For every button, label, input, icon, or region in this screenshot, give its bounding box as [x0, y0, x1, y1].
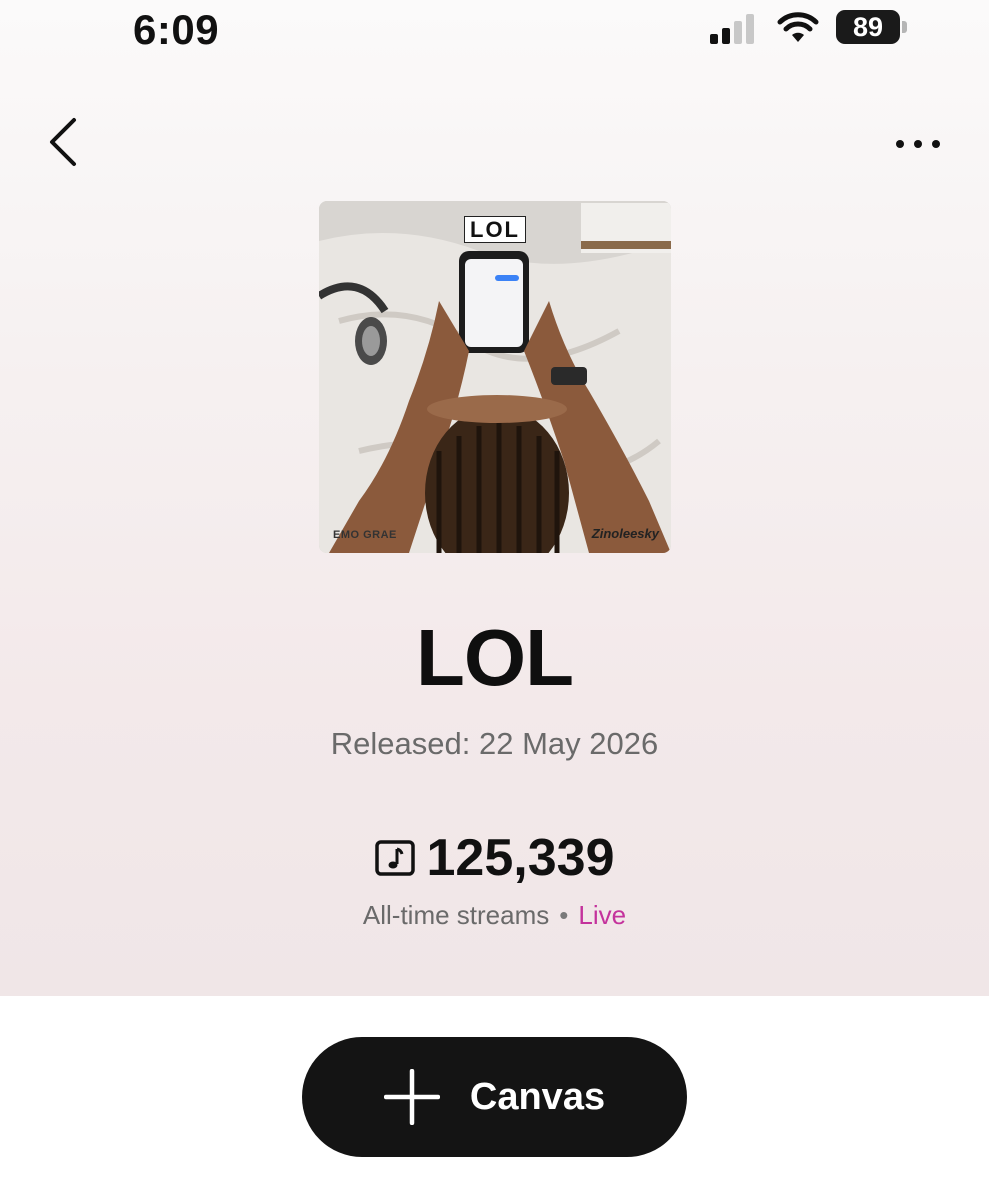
streams-counter: 125,339 — [0, 828, 989, 888]
live-label: Live — [578, 900, 627, 930]
artwork-illustration — [319, 201, 671, 553]
cellular-signal-icon — [710, 14, 754, 44]
release-date: Released: 22 May 2026 — [330, 726, 659, 761]
more-horizontal-icon[interactable] — [888, 126, 948, 162]
album-artwork: LOL EMO GRAE Zinoleesky — [319, 201, 671, 553]
artwork-left-tag: EMO GRAE — [333, 529, 397, 541]
battery-level: 89 — [836, 10, 900, 44]
streams-count: 125,339 — [426, 829, 615, 887]
add-canvas-button[interactable]: Canvas — [302, 1037, 687, 1157]
song-title: LOL — [416, 613, 574, 702]
artwork-right-tag: Zinoleesky — [591, 526, 659, 541]
wifi-icon — [777, 12, 819, 42]
artwork-title: LOL — [319, 216, 671, 243]
chevron-left-icon[interactable] — [40, 112, 88, 172]
separator-dot: • — [559, 900, 569, 930]
streams-label: All-time streams — [362, 900, 550, 930]
music-note-icon — [374, 840, 415, 876]
battery-icon: 89 — [836, 10, 908, 46]
status-time: 6:09 — [133, 6, 220, 53]
plus-icon — [383, 1069, 440, 1125]
streams-subtitle: All-time streams • Live — [0, 900, 989, 931]
canvas-button-label: Canvas — [469, 1075, 606, 1118]
